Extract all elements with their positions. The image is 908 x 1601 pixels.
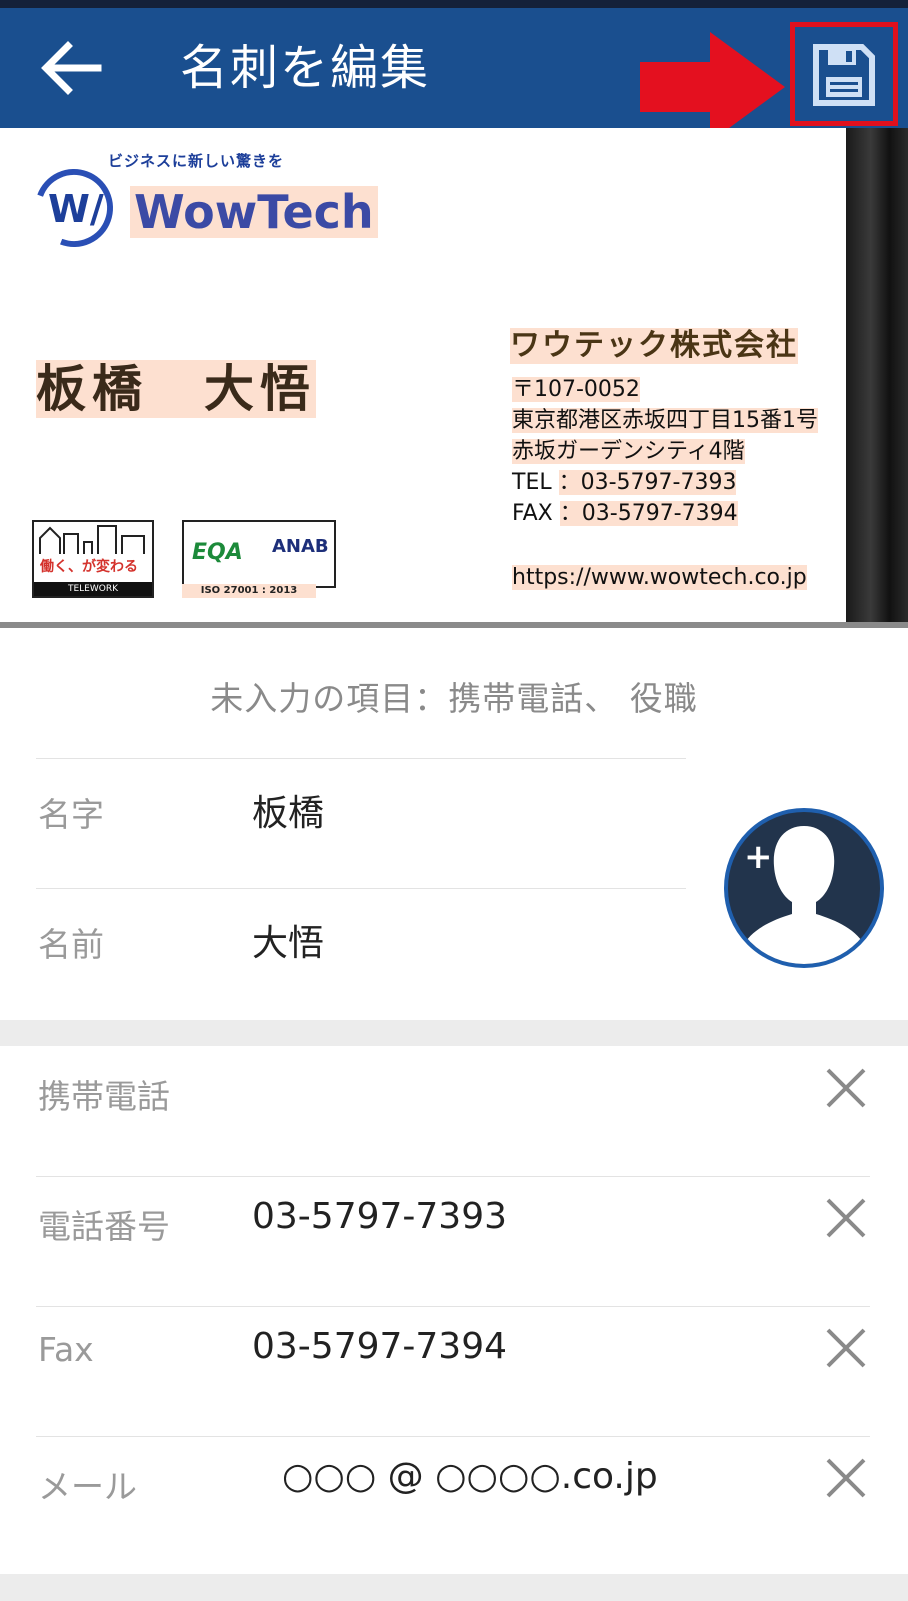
- save-button-highlight: [790, 22, 898, 126]
- first-name-label: 名前: [38, 925, 104, 964]
- business-card-image: ビジネスに新しい驚きを W/ WowTech 板橋 大悟 ワウテック株式会社 〒…: [0, 128, 908, 628]
- arrow-left-icon[interactable]: [36, 38, 106, 98]
- card-url: https://www.wowtech.co.jp: [512, 565, 807, 590]
- first-name-field[interactable]: 大悟: [252, 914, 324, 966]
- mobile-label: 携帯電話: [38, 1077, 170, 1116]
- card-brand: WowTech: [130, 186, 378, 238]
- person-silhouette-icon: [742, 826, 866, 964]
- missing-fields-notice: 未入力の項目：携帯電話、 役職: [210, 679, 698, 718]
- card-postal: 〒107-0052: [512, 377, 640, 402]
- card-background-edge: [846, 128, 908, 628]
- card-address2: 赤坂ガーデンシティ4階: [512, 439, 745, 464]
- clear-fax-icon[interactable]: [824, 1326, 868, 1370]
- avatar-add-button[interactable]: +: [724, 808, 884, 968]
- card-fax: FAX ：03-5797-7394: [512, 501, 738, 526]
- email-field[interactable]: ○○○ @ ○○○○.co.jp: [282, 1456, 658, 1497]
- name-section: 未入力の項目：携帯電話、 役職 名字 板橋 名前 大悟 +: [0, 628, 908, 1020]
- fax-label: Fax: [38, 1330, 94, 1369]
- divider: [36, 1306, 870, 1307]
- last-name-field[interactable]: 板橋: [252, 784, 324, 836]
- clear-phone-icon[interactable]: [824, 1196, 868, 1240]
- divider: [36, 1176, 870, 1177]
- telework-badge: 働く、が変わる TELEWORK: [32, 520, 154, 598]
- fax-field[interactable]: 03-5797-7394: [252, 1326, 507, 1367]
- divider: [36, 888, 686, 889]
- svg-text:W/: W/: [48, 187, 104, 231]
- page-title: 名刺を編集: [180, 40, 431, 96]
- divider: [36, 758, 686, 759]
- iso-label: ISO 27001 : 2013: [182, 584, 316, 598]
- phone-label: 電話番号: [38, 1207, 170, 1246]
- wowtech-logo-icon: W/: [35, 169, 113, 247]
- floppy-save-icon[interactable]: [812, 43, 876, 107]
- card-address1: 東京都港区赤坂四丁目15番1号: [512, 408, 818, 433]
- buildings-icon: [39, 525, 145, 554]
- last-name-label: 名字: [38, 795, 104, 834]
- clear-mobile-icon[interactable]: [824, 1066, 868, 1110]
- card-tagline: ビジネスに新しい驚きを: [108, 152, 285, 170]
- card-tel: TEL ：03-5797-7393: [512, 470, 737, 495]
- card-person-name: 板橋 大悟: [36, 360, 316, 418]
- contact-section: 携帯電話 電話番号 03-5797-7393 Fax 03-5797-7394 …: [0, 1046, 908, 1574]
- app-bar: 名刺を編集: [0, 0, 908, 142]
- card-company: ワウテック株式会社: [510, 328, 798, 364]
- iso-badge: EQA ANAB: [182, 520, 336, 588]
- email-label: メール: [38, 1467, 137, 1506]
- divider: [36, 1436, 870, 1437]
- phone-field[interactable]: 03-5797-7393: [252, 1196, 507, 1237]
- annotation-arrow-icon: [640, 32, 785, 142]
- clear-email-icon[interactable]: [824, 1456, 868, 1500]
